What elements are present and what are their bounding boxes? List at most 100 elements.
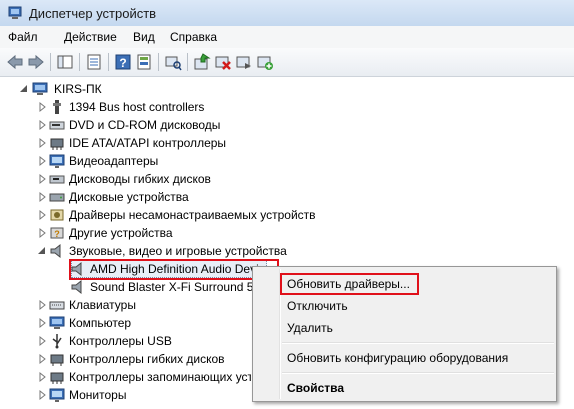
storage-controller-icon: [50, 372, 64, 384]
tree-item[interactable]: Клавиатуры: [36, 296, 251, 314]
tree-item-label: Драйверы несамонастраиваемых устройств: [69, 208, 316, 222]
console-tree-icon[interactable]: [56, 53, 74, 71]
menu-separator: [282, 372, 554, 374]
speaker-icon: [50, 243, 61, 259]
forward-arrow-icon[interactable]: [27, 53, 45, 71]
tree-item-label: Контроллеры USB: [69, 334, 172, 348]
tree-item[interactable]: Драйверы несамонастраиваемых устройств: [36, 206, 356, 224]
computer-icon: [32, 82, 48, 95]
other-device-icon: ?: [50, 227, 64, 239]
menu-item-properties[interactable]: Свойства: [287, 381, 344, 395]
disable-icon[interactable]: [214, 53, 232, 71]
device-manager-icon: [8, 6, 22, 19]
ide-controller-icon: [50, 138, 64, 150]
toolbar-separator: [158, 53, 159, 71]
menu-separator: [282, 342, 554, 344]
expand-arrow-icon[interactable]: [36, 386, 48, 404]
computer-icon: [49, 316, 65, 329]
tree-item[interactable]: Контроллеры запоминающих устройств: [36, 368, 251, 386]
expand-arrow-icon[interactable]: [36, 98, 48, 116]
keyboard-icon: [49, 301, 65, 310]
tree-item[interactable]: Мониторы: [36, 386, 251, 404]
disk-drive-icon: [49, 193, 65, 202]
menu-item-uninstall[interactable]: Удалить: [287, 321, 333, 335]
tree-item-label: Другие устройства: [69, 226, 173, 240]
expand-arrow-icon[interactable]: [36, 332, 48, 350]
tree-item[interactable]: Дисководы гибких дисков: [36, 170, 336, 188]
tree-item[interactable]: Контроллеры гибких дисков: [36, 350, 251, 368]
tree-item[interactable]: 1394 Bus host controllers: [36, 98, 336, 116]
menu-help[interactable]: Справка: [170, 30, 217, 44]
title-bar: Диспетчер устройств: [0, 0, 574, 26]
speaker-icon: [71, 279, 82, 295]
update-driver-icon[interactable]: [193, 53, 211, 71]
tree-item-label: Видеоадаптеры: [69, 154, 159, 168]
tree-item-label: Контроллеры гибких дисков: [69, 352, 225, 366]
window-title: Диспетчер устройств: [29, 6, 157, 21]
menu-bar: Файл Действие Вид Справка: [0, 26, 574, 49]
tree-item[interactable]: IDE ATA/ATAPI контроллеры: [36, 134, 336, 152]
tree-item[interactable]: DVD и CD-ROM дисководы: [36, 116, 336, 134]
collapse-arrow-icon[interactable]: [18, 80, 30, 98]
toolbar-separator: [50, 53, 51, 71]
tree-item-label: Дисководы гибких дисков: [69, 172, 211, 186]
scan-hardware-icon[interactable]: [164, 53, 182, 71]
add-legacy-icon[interactable]: [256, 53, 274, 71]
monitor-icon: [49, 388, 65, 402]
menu-item-disable[interactable]: Отключить: [287, 299, 348, 313]
expand-arrow-icon[interactable]: [36, 368, 48, 386]
tree-root-label: KIRS-ПК: [54, 82, 102, 96]
toolbar-separator: [108, 53, 109, 71]
toolbar-separator: [187, 53, 188, 71]
svg-text:?: ?: [54, 229, 60, 239]
back-arrow-icon[interactable]: [6, 53, 24, 71]
uninstall-icon[interactable]: [235, 53, 253, 71]
expand-arrow-icon[interactable]: [36, 116, 48, 134]
expand-arrow-icon[interactable]: [36, 296, 48, 314]
help-icon[interactable]: ?: [114, 53, 132, 71]
toolbar-separator: [79, 53, 80, 71]
tree-item[interactable]: ? Другие устройства: [36, 224, 336, 242]
tree-item-label: 1394 Bus host controllers: [69, 100, 205, 114]
tree-item-label: Компьютер: [69, 316, 132, 330]
tree-item[interactable]: Компьютер: [36, 314, 251, 332]
tree-item-label: IDE ATA/ATAPI контроллеры: [69, 136, 227, 150]
expand-arrow-icon[interactable]: [36, 152, 48, 170]
tree-item-label: Дисковые устройства: [69, 190, 189, 204]
collapse-arrow-icon[interactable]: [36, 242, 48, 260]
non-pnp-driver-icon: [50, 209, 64, 221]
menu-action[interactable]: Действие: [64, 30, 117, 44]
show-hide-icon[interactable]: [135, 53, 153, 71]
tree-item[interactable]: Видеоадаптеры: [36, 152, 336, 170]
expand-arrow-icon[interactable]: [36, 224, 48, 242]
menu-item-scan-hardware[interactable]: Обновить конфигурацию оборудования: [287, 351, 508, 365]
menu-file[interactable]: Файл: [8, 30, 38, 44]
display-adapter-icon: [49, 154, 65, 168]
expand-arrow-icon[interactable]: [36, 350, 48, 368]
tree-item-label: Звуковые, видео и игровые устройства: [69, 244, 287, 258]
properties-icon[interactable]: [85, 53, 103, 71]
tree-child-label: Sound Blaster X-Fi Surround 5.1: [90, 280, 264, 294]
expand-arrow-icon[interactable]: [36, 188, 48, 206]
tree-item-label: Контроллеры запоминающих устройств: [69, 370, 251, 384]
expand-arrow-icon[interactable]: [36, 206, 48, 224]
highlight-box-menu-item: [280, 273, 419, 295]
usb-controller-icon: [52, 334, 62, 349]
menu-view[interactable]: Вид: [133, 30, 155, 44]
expand-arrow-icon[interactable]: [36, 170, 48, 188]
svg-text:?: ?: [119, 56, 126, 70]
tree-item-label: Мониторы: [69, 388, 127, 402]
tree-item[interactable]: Дисковые устройства: [36, 188, 336, 206]
tree-root[interactable]: KIRS-ПК: [18, 80, 318, 98]
tree-item[interactable]: Контроллеры USB: [36, 332, 251, 350]
expand-arrow-icon[interactable]: [36, 134, 48, 152]
expand-arrow-icon[interactable]: [36, 314, 48, 332]
floppy-controller-icon: [50, 354, 64, 366]
highlight-box-device: [69, 259, 279, 280]
tree-item-sound[interactable]: Звуковые, видео и игровые устройства: [36, 242, 356, 260]
tree-item-label: DVD и CD-ROM дисководы: [69, 118, 221, 132]
toolbar: ?: [0, 48, 574, 77]
floppy-drive-icon: [49, 175, 65, 184]
dvd-drive-icon: [49, 121, 65, 130]
bus-controller-icon: [53, 100, 61, 114]
